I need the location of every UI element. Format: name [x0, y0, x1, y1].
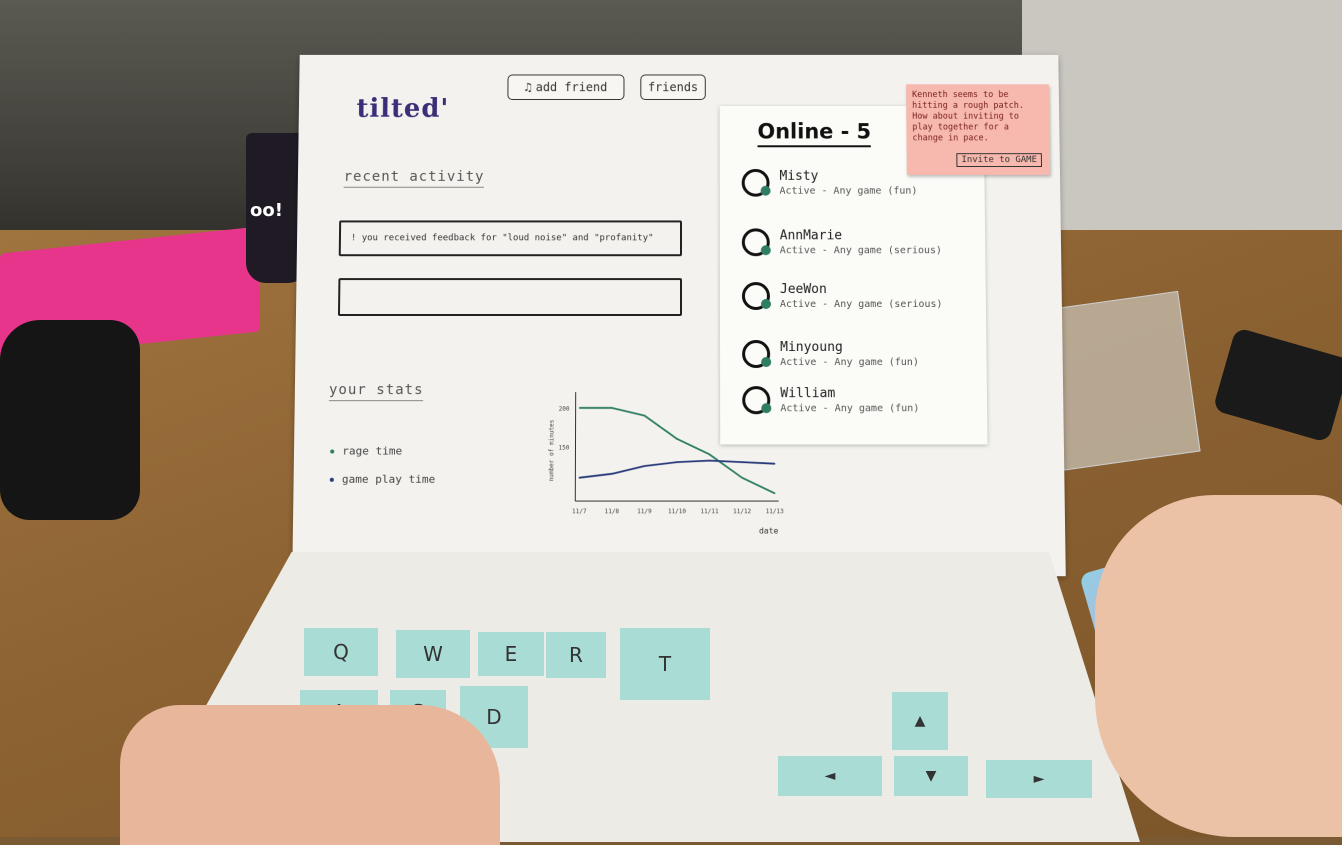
y-tick-label: 150 [559, 445, 570, 452]
avatar [742, 282, 770, 310]
x-tick-label: 11/11 [700, 508, 719, 515]
friend-name: AnnMarie [780, 228, 942, 243]
online-title: Online - 5 [757, 120, 871, 148]
avatar [742, 169, 770, 197]
data-point [579, 407, 581, 409]
black-case [0, 320, 140, 520]
notification-sticky: Kenneth seems to be hitting a rough patc… [906, 84, 1050, 175]
app-logo: tilted' [356, 94, 449, 124]
data-point [676, 438, 678, 440]
avatar [742, 340, 770, 368]
friend-status: Active - Any game (fun) [780, 186, 918, 197]
friend-item[interactable]: AnnMarie Active - Any game (serious) [742, 228, 942, 256]
x-tick-label: 11/8 [605, 508, 620, 515]
online-status-dot [761, 357, 771, 367]
data-point [611, 407, 613, 409]
friend-status: Active - Any game (fun) [780, 403, 919, 414]
data-point [774, 492, 776, 494]
y-tick-label: 200 [559, 406, 570, 413]
friend-status: Active - Any game (serious) [780, 299, 943, 310]
key-q[interactable]: Q [304, 628, 378, 676]
legend-rage-time: rage time [330, 444, 402, 457]
invite-to-game-button[interactable]: Invite to GAME [956, 153, 1042, 167]
online-status-dot [761, 186, 771, 196]
arrow-right-key[interactable]: ► [986, 760, 1092, 798]
x-tick-label: 11/9 [637, 508, 652, 515]
avatar [742, 228, 770, 256]
friend-name: JeeWon [780, 282, 943, 297]
key-t[interactable]: T [620, 628, 710, 700]
friend-name: Minyoung [780, 340, 919, 355]
data-point [709, 454, 711, 456]
x-axis-label: date [759, 526, 779, 535]
key-r[interactable]: R [546, 632, 606, 678]
friends-button[interactable]: friends [640, 74, 705, 100]
data-point [709, 460, 711, 462]
arrow-up-key[interactable]: ▲ [892, 692, 948, 750]
legend-game-play-time: game play time [330, 473, 436, 486]
friend-text: JeeWon Active - Any game (serious) [780, 282, 943, 310]
key-w[interactable]: W [396, 630, 470, 678]
data-point [644, 415, 646, 417]
friend-status: Active - Any game (serious) [780, 245, 942, 256]
friend-text: William Active - Any game (fun) [780, 386, 919, 414]
x-tick-label: 11/12 [733, 508, 752, 515]
friend-item[interactable]: JeeWon Active - Any game (serious) [742, 282, 943, 310]
notification-message: Kenneth seems to be hitting a rough patc… [912, 90, 1044, 144]
legend-label: rage time [342, 444, 402, 457]
data-point [741, 477, 743, 479]
friend-name: Misty [779, 169, 917, 184]
right-hand [1095, 495, 1342, 837]
x-tick-label: 11/10 [668, 508, 687, 515]
bell-icon: ♫ [525, 80, 532, 94]
data-point [676, 461, 678, 463]
friend-item[interactable]: Minyoung Active - Any game (fun) [742, 340, 919, 368]
online-status-dot [761, 299, 771, 309]
data-point [741, 461, 743, 463]
avatar [742, 386, 770, 414]
online-status-dot [761, 403, 771, 413]
friend-item[interactable]: Misty Active - Any game (fun) [742, 169, 918, 197]
y-axis-label: number of minutes [548, 420, 555, 482]
data-point [774, 463, 776, 465]
activity-item[interactable]: ! you received feedback for "loud noise"… [339, 220, 682, 256]
friend-text: AnnMarie Active - Any game (serious) [780, 228, 942, 256]
add-friend-button[interactable]: ♫ add friend [507, 74, 624, 100]
series-line-game-play-time [579, 461, 774, 478]
your-stats-title: your stats [329, 382, 424, 401]
friend-text: Minyoung Active - Any game (fun) [780, 340, 919, 368]
arrow-left-key[interactable]: ◄ [778, 756, 882, 796]
friend-status: Active - Any game (fun) [780, 357, 919, 368]
legend-dot [330, 449, 334, 453]
friend-name: William [780, 386, 919, 401]
legend-dot [330, 477, 334, 481]
data-point [579, 477, 581, 479]
key-e[interactable]: E [478, 632, 544, 676]
paper-screen: tilted' ♫ add friend friends recent acti… [292, 55, 1066, 576]
mug-print: oo! [250, 200, 283, 221]
friend-item[interactable]: William Active - Any game (fun) [742, 386, 919, 414]
left-hand [120, 705, 500, 845]
arrow-down-key[interactable]: ▼ [894, 756, 968, 796]
add-friend-label: add friend [536, 80, 608, 94]
friend-text: Misty Active - Any game (fun) [779, 169, 917, 197]
recent-activity-title: recent activity [344, 169, 485, 188]
data-point [611, 473, 613, 475]
data-point [644, 465, 646, 467]
x-tick-label: 11/7 [572, 508, 587, 515]
legend-label: game play time [342, 473, 435, 486]
activity-item[interactable] [338, 278, 682, 316]
online-status-dot [761, 245, 771, 255]
x-tick-label: 11/13 [766, 508, 785, 515]
